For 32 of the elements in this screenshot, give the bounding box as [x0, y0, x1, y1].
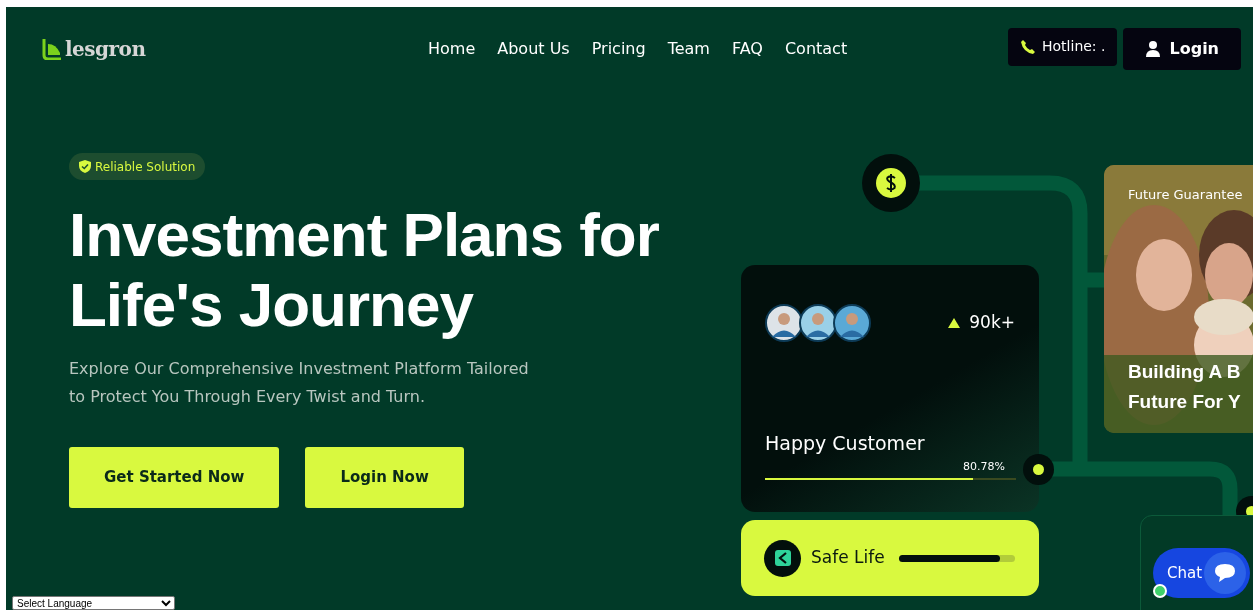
card-title: Safe Life — [811, 546, 885, 570]
nav-link[interactable]: Contact — [784, 36, 848, 61]
nav-link[interactable]: FAQ — [731, 36, 763, 61]
avatar — [799, 304, 837, 342]
nav-link[interactable]: Home — [428, 36, 476, 61]
get-started-button[interactable]: Get Started Now — [69, 447, 280, 508]
progress-reading: 80.78% — [963, 458, 1005, 475]
safe-life-logo-icon — [764, 539, 801, 577]
avatar — [765, 304, 803, 342]
nav-link[interactable]: About Us — [497, 36, 570, 61]
logo-text: lesgron — [65, 35, 146, 63]
user-icon — [1145, 40, 1162, 57]
leaf-logo-icon — [42, 37, 62, 60]
card-title: Happy Customer — [765, 431, 926, 456]
nav-link[interactable]: Team — [667, 36, 710, 61]
login-now-button[interactable]: Login Now — [305, 447, 464, 508]
hero-subtitle: Explore Our Comprehensive Investment Platform Tailored to Protect You Through Every Twist and Turn. — [69, 358, 529, 408]
avatar — [833, 304, 871, 342]
dollar-icon — [876, 168, 906, 198]
hero-title: Investment Plans for Life's Journey — [69, 200, 659, 340]
photo-caption: Building A B Future For Y — [1128, 360, 1241, 414]
customer-count: 90k+ — [969, 311, 1015, 335]
reliable-badge: Reliable Solution — [69, 153, 206, 180]
photo-tag: Future Guarantee — [1128, 185, 1243, 205]
language-select[interactable]: Select Language — [12, 596, 175, 610]
chat-bubble-icon — [1204, 552, 1246, 594]
nav-link[interactable]: Pricing — [591, 36, 646, 61]
up-triangle-icon — [948, 318, 961, 328]
login-button[interactable]: Login — [1123, 27, 1241, 70]
phone-icon — [1020, 38, 1036, 55]
shield-check-icon — [79, 160, 91, 173]
hotline-button[interactable]: Hotline: . — [1008, 27, 1118, 66]
